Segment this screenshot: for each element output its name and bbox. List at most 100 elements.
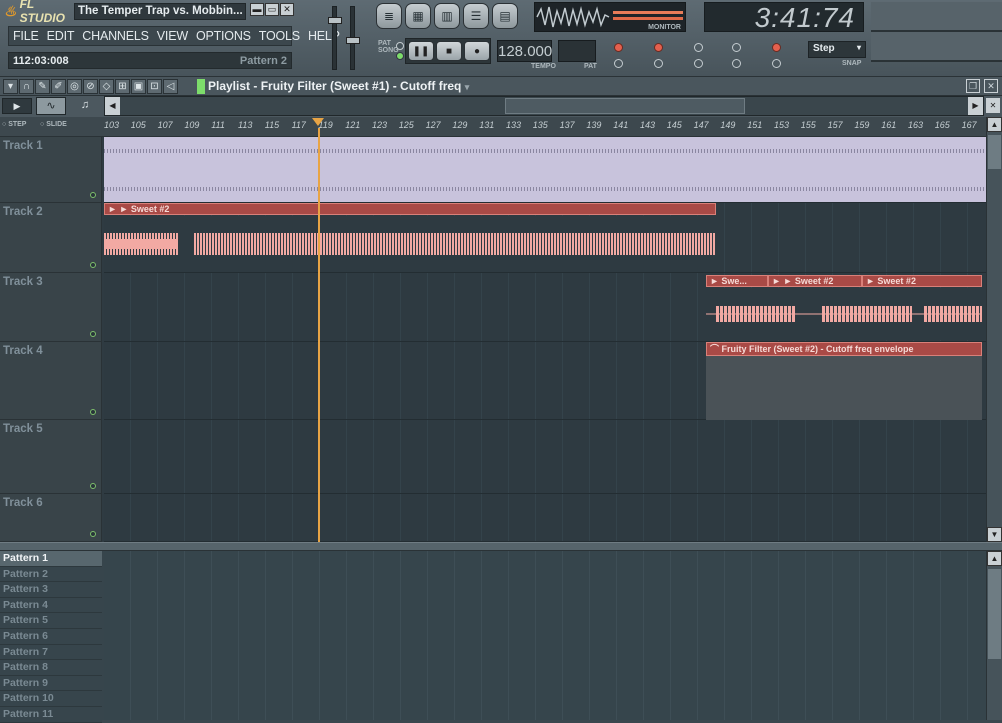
pattern-row[interactable]: Pattern 9 (0, 675, 102, 692)
playhead-marker-icon[interactable] (312, 118, 324, 126)
scroll-up-icon[interactable]: ▲ (987, 117, 1002, 132)
multilink-toggle[interactable] (732, 59, 741, 68)
track-lane-3[interactable]: ► Swe... ► ► Sweet #2 ► Sweet #2 (104, 273, 986, 342)
record-button[interactable]: ● (464, 41, 490, 61)
master-pitch-slider[interactable] (346, 6, 360, 70)
slice-icon[interactable]: ⊞ (115, 79, 130, 94)
select-icon[interactable]: ▣ (131, 79, 146, 94)
automation-view-icon[interactable]: ∿ (36, 97, 66, 115)
stop-button[interactable]: ■ (436, 41, 462, 61)
pattern-row[interactable]: Pattern 5 (0, 613, 102, 629)
wait-input-toggle[interactable] (654, 59, 663, 68)
tracks-scroll-thumb[interactable] (988, 135, 1001, 169)
pattern-row[interactable]: Pattern 4 (0, 597, 102, 614)
pat-mode-radio[interactable] (396, 42, 404, 50)
pattern-row[interactable]: Pattern 3 (0, 582, 102, 598)
close-button[interactable]: ✕ (280, 3, 294, 16)
typing-keyboard-toggle[interactable] (614, 43, 623, 52)
slide-toggle[interactable]: ○ SLIDE (40, 121, 67, 128)
pattern-row[interactable]: Pattern 1 (0, 551, 102, 567)
tempo-display[interactable]: 128.000 (497, 40, 552, 62)
mixer-icon[interactable]: ▤ (492, 3, 518, 29)
tracks-vertical-scrollbar[interactable]: ▲ ▼ (986, 117, 1002, 542)
auto-scroll-toggle[interactable] (694, 59, 703, 68)
clip-sweet-2-b[interactable]: ► ► Sweet #2 (768, 275, 862, 287)
menu-edit[interactable]: EDIT (43, 29, 79, 43)
menu-view[interactable]: VIEW (153, 29, 192, 43)
track-header-2[interactable]: Track 2 (0, 203, 102, 273)
pattern-row[interactable]: Pattern 11 (0, 707, 102, 723)
menu-channels[interactable]: CHANNELS (78, 29, 152, 43)
audio-view-icon[interactable]: ♫ (70, 98, 100, 114)
track-lane-5[interactable] (104, 420, 986, 494)
song-mode-radio[interactable] (396, 52, 404, 60)
zoom-close-icon[interactable]: ✕ (986, 98, 1000, 113)
title-chevron-icon[interactable]: ▾ (465, 82, 470, 92)
track-header-6[interactable]: Track 6 (0, 494, 102, 542)
playlist-window-icon[interactable]: ≣ (376, 3, 402, 29)
step-toggle[interactable]: ○ STEP (2, 121, 26, 128)
pattern-row[interactable]: Pattern 2 (0, 566, 102, 583)
track-header-3[interactable]: Track 3 (0, 273, 102, 342)
track-led-icon[interactable] (90, 192, 96, 198)
automation-clip-body[interactable] (706, 356, 982, 420)
pattern-row[interactable]: Pattern 7 (0, 644, 102, 661)
automation-clip-header[interactable]: ⌒ Fruity Filter (Sweet #2) - Cutoff freq… (706, 342, 982, 356)
overdub-toggle[interactable] (772, 59, 781, 68)
track-lane-6[interactable] (104, 494, 986, 542)
track-led-icon[interactable] (90, 531, 96, 537)
patterns-vertical-scrollbar[interactable]: ▲ (986, 551, 1002, 720)
mute-icon[interactable]: ⊘ (83, 79, 98, 94)
track-led-icon[interactable] (90, 331, 96, 337)
patterns-scroll-thumb[interactable] (988, 569, 1001, 659)
menu-options[interactable]: OPTIONS (192, 29, 255, 43)
playback-icon[interactable]: ◁ (163, 79, 178, 94)
browser-icon[interactable]: ☰ (463, 3, 489, 29)
track-header-5[interactable]: Track 5 (0, 420, 102, 494)
pattern-grid[interactable] (104, 551, 986, 720)
scroll-left-icon[interactable]: ◀ (105, 97, 120, 115)
zoom-icon[interactable]: ⊡ (147, 79, 162, 94)
track-led-icon[interactable] (90, 262, 96, 268)
clip-sweet-2-a[interactable]: ► Swe... (706, 275, 768, 287)
blend-notes-toggle[interactable] (694, 43, 703, 52)
step-edit-toggle[interactable] (772, 43, 781, 52)
metronome-toggle[interactable] (614, 59, 623, 68)
pattern-number-display[interactable] (558, 40, 596, 62)
pencil-icon[interactable]: ✎ (35, 79, 50, 94)
detach-icon[interactable]: ❐ (966, 79, 980, 93)
minimize-button[interactable]: ▬ (250, 3, 264, 16)
menu-arrow-icon[interactable]: ▾ (3, 79, 18, 94)
track-led-icon[interactable] (90, 483, 96, 489)
magnet-icon[interactable]: ∩ (19, 79, 34, 94)
playhead[interactable] (318, 128, 320, 542)
track-led-icon[interactable] (90, 409, 96, 415)
restore-button[interactable]: ▭ (265, 3, 279, 16)
track3-clip-body[interactable] (706, 288, 982, 340)
scroll-down-icon[interactable]: ▼ (987, 527, 1002, 542)
track-lane-2[interactable]: ► ► Sweet #2 (104, 203, 986, 273)
timeline-ruler[interactable]: ○ STEP ○ SLIDE 103 105 107 109 111 113 115 117 1… (0, 117, 986, 137)
track-lane-4[interactable]: ⌒ Fruity Filter (Sweet #2) - Cutoff freq… (104, 342, 986, 420)
pattern-row[interactable]: Pattern 6 (0, 629, 102, 645)
patterns-scroll-up-icon[interactable]: ▲ (987, 551, 1002, 566)
track-header-1[interactable]: Track 1 (0, 137, 102, 203)
volume-knob[interactable] (328, 17, 342, 24)
track-header-4[interactable]: Track 4 (0, 342, 102, 420)
pitch-knob[interactable] (346, 37, 360, 44)
snap-selector[interactable]: Step ▾ (808, 41, 866, 58)
split-handle[interactable] (0, 542, 1002, 551)
countdown-toggle[interactable] (654, 43, 663, 52)
pattern-row[interactable]: Pattern 8 (0, 660, 102, 676)
pattern-row[interactable]: Pattern 10 (0, 691, 102, 707)
pattern-view-icon[interactable]: ▶ (2, 98, 32, 114)
playlist-close-icon[interactable]: ✕ (984, 79, 998, 93)
clip-sweet-2-body[interactable] (104, 216, 716, 272)
clip-sweet-2-c[interactable]: ► Sweet #2 (862, 275, 982, 287)
step-sequencer-icon[interactable]: ▦ (405, 3, 431, 29)
track-lane-1[interactable] (104, 137, 986, 203)
pause-button[interactable]: ❚❚ (408, 41, 434, 61)
clip-sweet-2[interactable]: ► ► Sweet #2 (104, 203, 716, 215)
menu-file[interactable]: FILE (9, 29, 43, 43)
master-volume-slider[interactable] (328, 6, 342, 70)
